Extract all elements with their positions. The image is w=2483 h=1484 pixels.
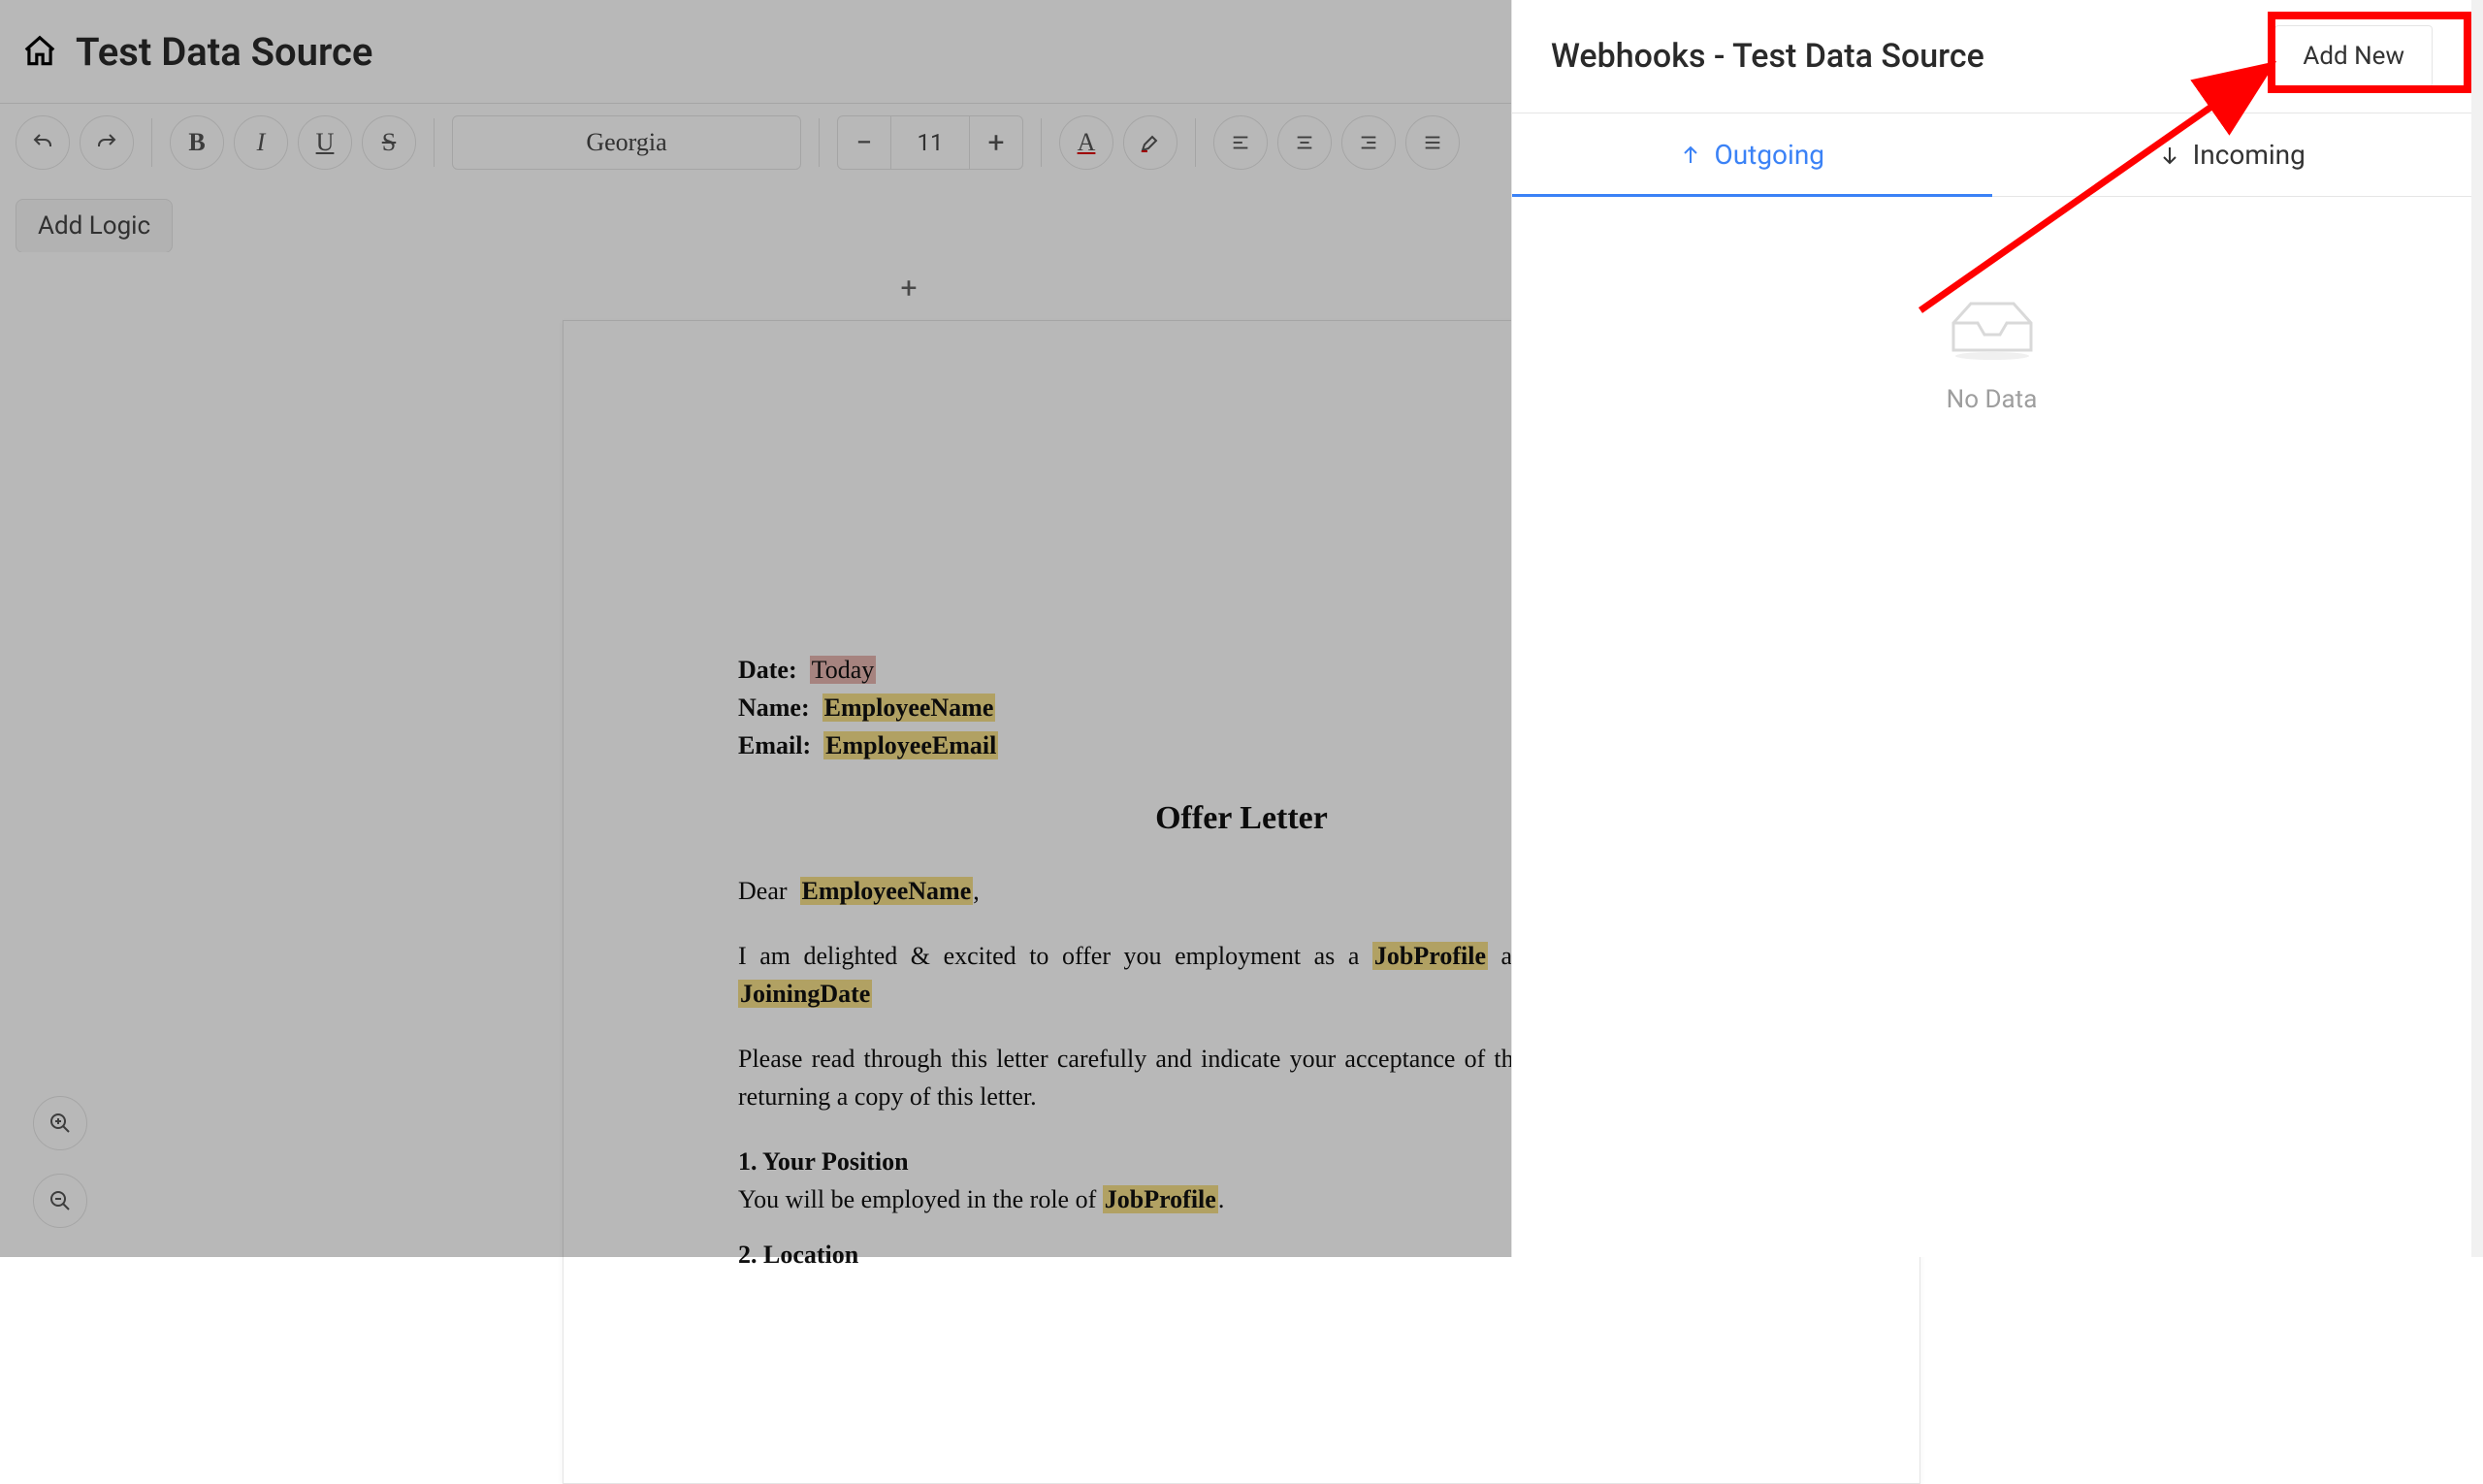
- tab-incoming-label: Incoming: [2193, 139, 2306, 171]
- panel-header: Webhooks - Test Data Source Add New: [1512, 0, 2471, 113]
- panel-tabs: Outgoing Incoming: [1512, 113, 2471, 197]
- vertical-scrollbar[interactable]: [2471, 0, 2483, 1257]
- tab-incoming[interactable]: Incoming: [1992, 113, 2472, 196]
- webhooks-panel: Webhooks - Test Data Source Add New Outg…: [1511, 0, 2471, 1257]
- panel-title: Webhooks - Test Data Source: [1551, 37, 2274, 76]
- tab-outgoing-label: Outgoing: [1714, 139, 1824, 171]
- empty-inbox-icon: [1944, 294, 2041, 362]
- add-new-button[interactable]: Add New: [2274, 25, 2433, 87]
- empty-state-text: No Data: [1947, 385, 2038, 414]
- tab-outgoing[interactable]: Outgoing: [1512, 113, 1992, 196]
- panel-body: No Data: [1512, 197, 2471, 1257]
- modal-scrim[interactable]: [0, 0, 1523, 1257]
